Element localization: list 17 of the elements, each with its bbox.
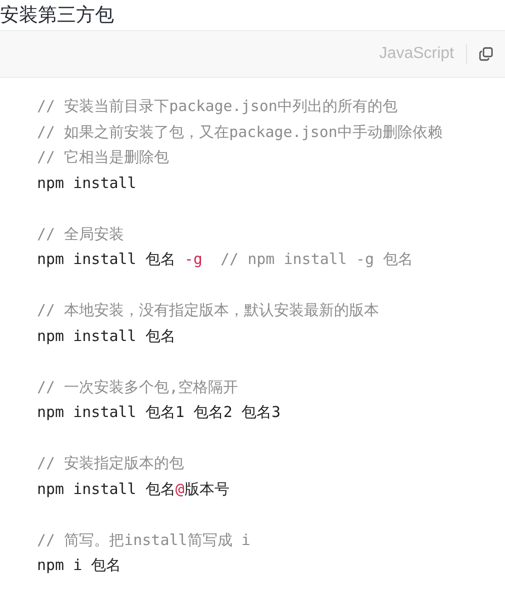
code-line: npm i 包名 xyxy=(37,555,122,576)
code-line: // 如果之前安装了包，又在package.json中手动删除依赖 xyxy=(37,122,444,142)
code-line: npm install 包名1 包名2 包名3 xyxy=(37,402,282,423)
code-line: // 安装指定版本的包 xyxy=(37,453,186,474)
code-line: npm install xyxy=(37,172,138,194)
copy-icon[interactable] xyxy=(479,47,493,61)
code-line: // 一次安装多个包,空格隔开 xyxy=(37,376,240,398)
code-line: npm install 包名@版本号 xyxy=(37,478,230,500)
code-line: // 本地安装，没有指定版本，默认安装最新的版本 xyxy=(37,300,380,321)
code-line: npm install 包名 xyxy=(37,326,176,346)
code-line: // 安装当前目录下package.json中列出的所有的包 xyxy=(37,96,398,117)
code-line: // 它相当是删除包 xyxy=(37,147,170,168)
language-label: JavaScript xyxy=(379,44,454,64)
code-line: npm install 包名 -g // npm install -g 包名 xyxy=(37,249,414,270)
code-line: // 简写。把install简写成 i xyxy=(37,530,252,550)
code-line: // 全局安装 xyxy=(37,224,126,244)
section-heading: 安装第三方包 xyxy=(0,6,114,24)
